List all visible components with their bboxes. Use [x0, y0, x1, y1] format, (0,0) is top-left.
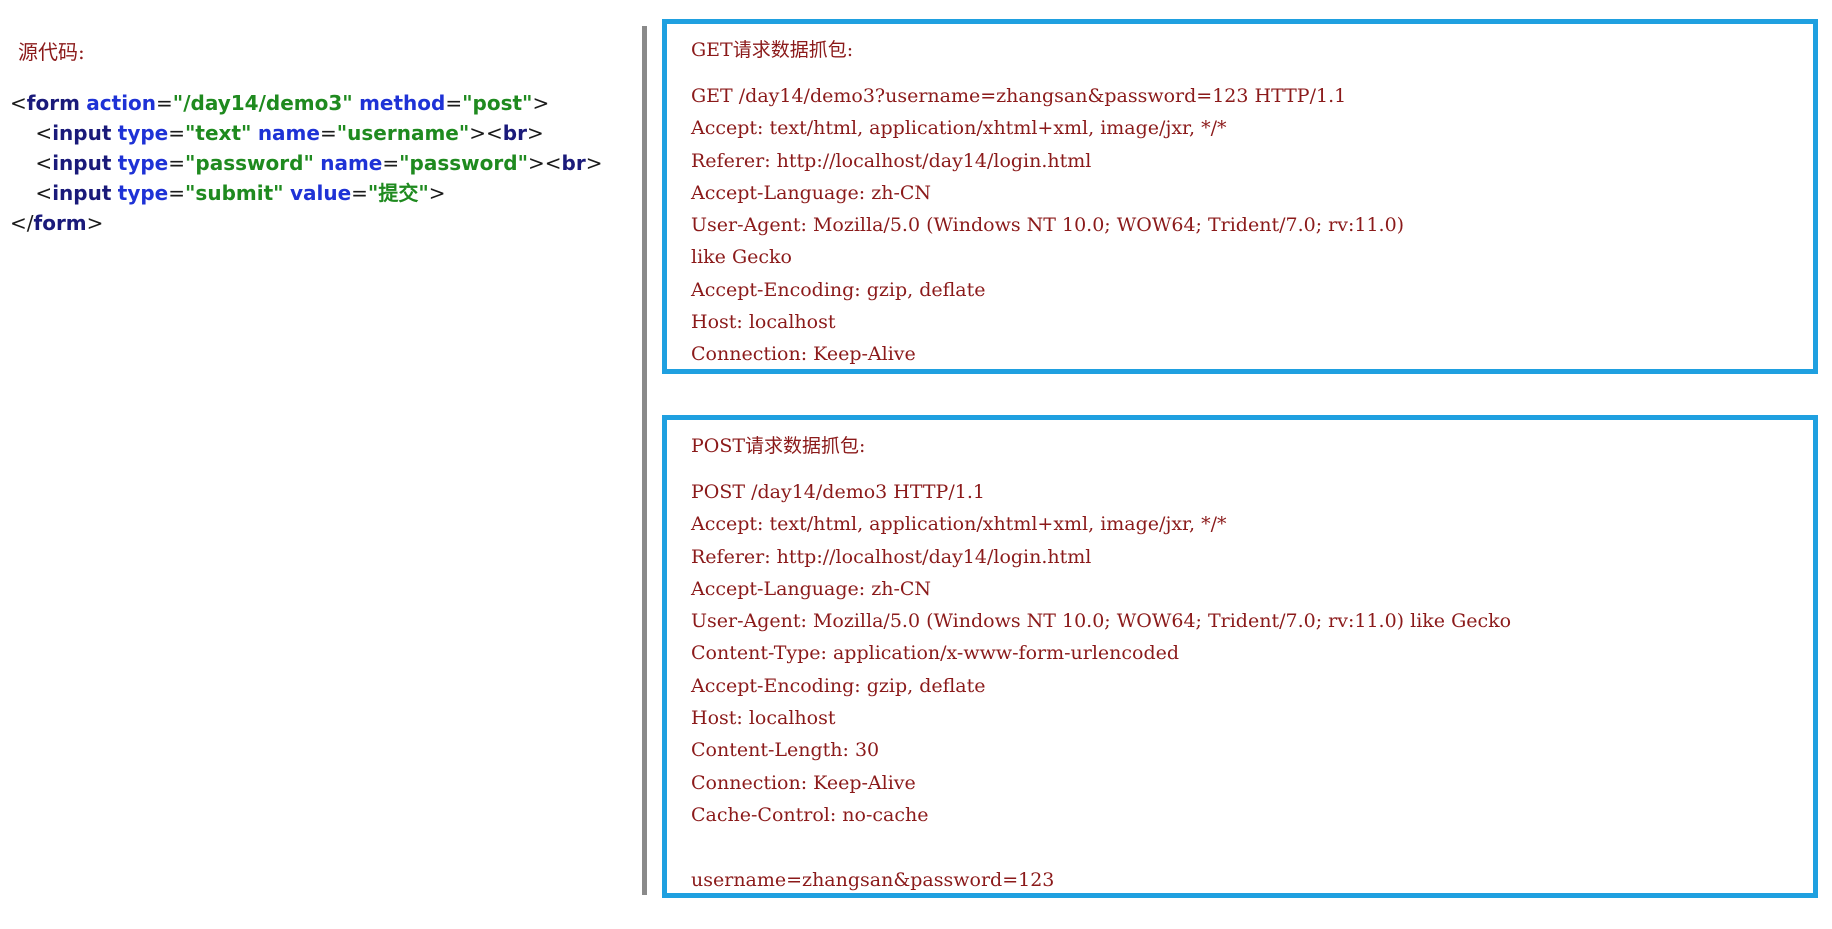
code-token-attr: type: [117, 151, 169, 175]
http-line: Referer: http://localhost/day14/login.ht…: [691, 545, 1092, 568]
http-line: Accept: text/html, application/xhtml+xml…: [691, 513, 1227, 536]
code-token-punct: =: [156, 91, 173, 115]
http-line: Connection: Keep-Alive: [691, 343, 916, 366]
code-token-punct: <: [10, 121, 53, 145]
code-token-attr: name: [257, 121, 320, 145]
code-token-tag: form: [26, 91, 80, 115]
code-token-val: "submit": [185, 181, 284, 205]
http-line: GET /day14/demo3?username=zhangsan&passw…: [691, 85, 1347, 107]
code-token-attr: name: [320, 151, 383, 175]
http-line: Content-Type: application/x-www-form-url…: [691, 642, 1180, 665]
code-token-punct: <: [10, 151, 53, 175]
post-capture-title: POST请求数据抓包:: [691, 435, 866, 457]
code-token-val: "text": [185, 121, 252, 145]
http-line: Referer: http://localhost/day14/login.ht…: [691, 149, 1092, 172]
http-line: Cache-Control: no-cache: [691, 803, 929, 826]
code-token-punct: <: [10, 181, 53, 205]
code-token-val: "post": [462, 91, 533, 115]
http-line: User-Agent: Mozilla/5.0 (Windows NT 10.0…: [691, 610, 1512, 633]
code-token-punct: >: [526, 121, 544, 145]
post-capture-panel: POST请求数据抓包: POST /day14/demo3 HTTP/1.1 Ac…: [662, 415, 1818, 898]
http-line: username=zhangsan&password=123: [691, 868, 1055, 891]
code-token-attr: value: [289, 181, 352, 205]
http-line: Accept-Encoding: gzip, deflate: [691, 278, 986, 301]
code-token-punct: >: [428, 181, 446, 205]
code-token-punct: =: [382, 151, 400, 175]
code-token-tag: input: [52, 181, 112, 205]
http-line: User-Agent: Mozilla/5.0 (Windows NT 10.0…: [691, 214, 1405, 237]
code-token-punct: ><: [469, 121, 503, 145]
code-token-tag: input: [52, 151, 112, 175]
code-token-val: "/day14/demo3": [172, 91, 353, 115]
code-token-punct: =: [168, 121, 186, 145]
http-line: Accept-Language: zh-CN: [691, 181, 932, 204]
code-token-punct: >: [585, 151, 603, 175]
vertical-divider: [642, 26, 647, 895]
code-token-punct: =: [168, 181, 186, 205]
code-token-val: "username": [336, 121, 470, 145]
code-token-tag: form: [33, 211, 87, 235]
code-token-punct: >: [86, 211, 104, 235]
code-token-punct: =: [445, 91, 463, 115]
http-line: Accept-Encoding: gzip, deflate: [691, 674, 986, 697]
code-token-val: "提交": [367, 181, 429, 205]
get-capture-lines: GET /day14/demo3?username=zhangsan&passw…: [691, 80, 1404, 371]
http-line: Host: localhost: [691, 311, 836, 334]
code-token-tag: input: [52, 121, 112, 145]
get-capture-panel: GET请求数据抓包: GET /day14/demo3?username=zha…: [662, 19, 1818, 374]
source-code-block: <form action="/day14/demo3" method="post…: [10, 88, 602, 238]
http-line: Connection: Keep-Alive: [691, 771, 916, 794]
code-token-punct: =: [168, 151, 186, 175]
http-line: Host: localhost: [691, 707, 836, 730]
source-code-title: 源代码:: [18, 40, 85, 64]
code-line: </form>: [10, 208, 602, 238]
http-line: Accept-Language: zh-CN: [691, 577, 932, 600]
code-token-attr: action: [86, 91, 157, 115]
code-line: <input type="password" name="password"><…: [10, 148, 602, 178]
code-token-punct: =: [319, 121, 337, 145]
code-token-tag: br: [561, 151, 586, 175]
code-line: <input type="submit" value="提交">: [10, 178, 602, 208]
code-token-punct: <: [10, 91, 27, 115]
code-line: <input type="text" name="username"><br>: [10, 118, 602, 148]
http-line: like Gecko: [691, 246, 792, 269]
code-token-tag: br: [502, 121, 527, 145]
code-token-val: "password": [399, 151, 528, 175]
code-token-punct: ><: [528, 151, 562, 175]
code-token-punct: =: [351, 181, 368, 205]
code-line: <form action="/day14/demo3" method="post…: [10, 88, 602, 118]
http-line: Content-Length: 30: [691, 739, 880, 762]
code-token-attr: type: [117, 121, 169, 145]
post-capture-lines: POST /day14/demo3 HTTP/1.1 Accept: text/h…: [691, 476, 1511, 896]
code-token-punct: >: [532, 91, 550, 115]
code-token-val: "password": [185, 151, 314, 175]
code-token-attr: type: [117, 181, 169, 205]
http-line: Accept: text/html, application/xhtml+xml…: [691, 117, 1227, 140]
code-token-punct: </: [10, 211, 34, 235]
http-line: POST /day14/demo3 HTTP/1.1: [691, 481, 985, 503]
get-capture-title: GET请求数据抓包:: [691, 39, 854, 61]
code-token-attr: method: [359, 91, 446, 115]
